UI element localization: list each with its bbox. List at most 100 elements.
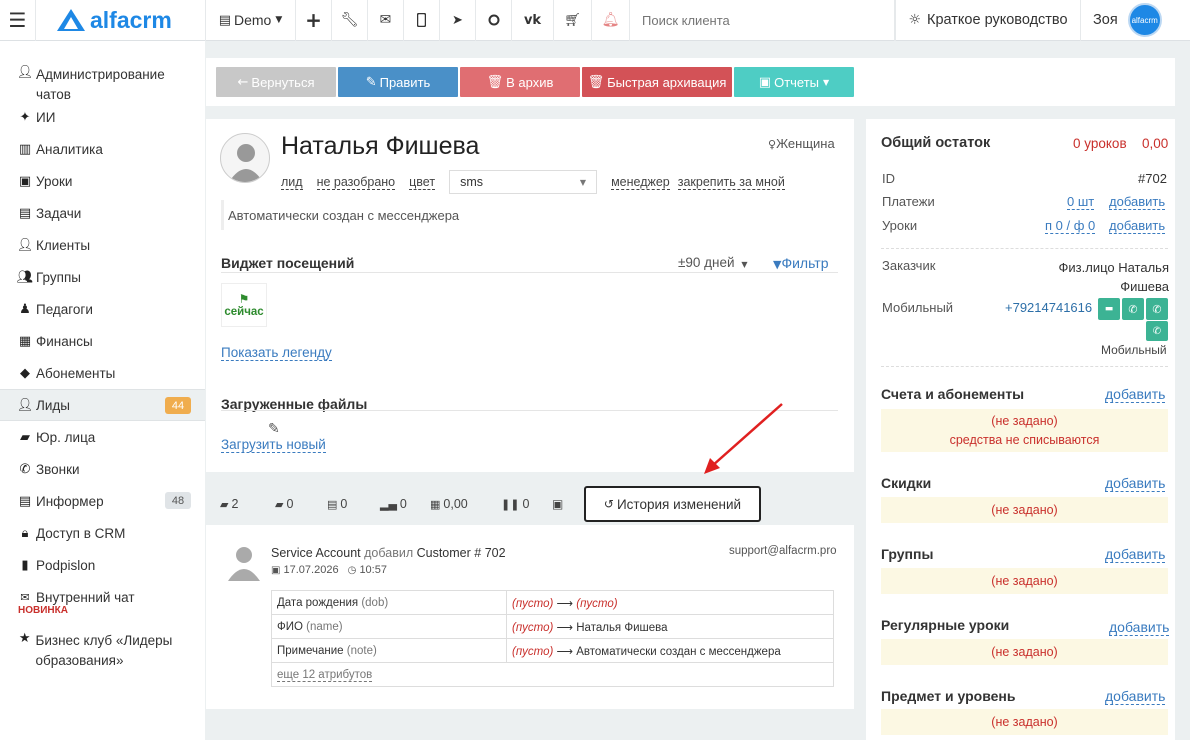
discounts-title: Скидки	[881, 475, 932, 491]
map-icon: ▥	[18, 141, 32, 157]
history-action: добавил	[364, 546, 414, 560]
visits-period-select[interactable]: ±90 дней ▼	[678, 255, 747, 270]
quick-archive-button[interactable]: 🗑︎ Быстрая архивация	[582, 67, 732, 97]
user-name: Зоя	[1093, 12, 1118, 28]
paperclip-icon: ✎	[268, 421, 280, 437]
mobile-phone-link[interactable]: +79214741616	[1005, 300, 1092, 315]
vk-button[interactable]: vk	[512, 0, 554, 41]
telegram-button[interactable]: ➤	[440, 0, 476, 41]
manager-label[interactable]: менеджер	[611, 175, 670, 190]
history-table: Дата рождения (dob) (пусто) ⟶ (пусто) ФИ…	[271, 590, 834, 687]
caret-down-icon: ▼	[823, 77, 830, 87]
call-button[interactable]: ✆	[1146, 321, 1168, 341]
sidebar-item-calls[interactable]: ✆ Звонки	[0, 453, 205, 485]
sidebar-item-tasks[interactable]: ▤ Задачи	[0, 197, 205, 229]
logo[interactable]: alfacrm	[36, 0, 206, 41]
branch-select[interactable]: ▤ Demo ▼	[206, 0, 296, 41]
trash-icon: 🗑︎	[486, 74, 504, 90]
sidebar-item-chats-admin[interactable]: 👤︎ Администрирование чатов	[0, 57, 205, 102]
invoices-empty: (не задано) средства не списываются	[881, 409, 1168, 452]
sidebar-item-crm-access[interactable]: 🔒︎ Доступ в CRM	[0, 517, 205, 549]
tab-pause[interactable]: ❚❚ 0	[501, 497, 529, 511]
customer-value: Физ.лицо Наталья Фишева	[1058, 260, 1169, 294]
sidebar-item-legal-entities[interactable]: ▰ Юр. лица	[0, 421, 205, 453]
reports-button[interactable]: ▣ Отчеты ▼	[734, 67, 854, 97]
cart-button[interactable]: 🛒︎	[554, 0, 592, 41]
id-label: ID	[882, 171, 895, 186]
whatsapp-button[interactable]: ✆	[1122, 298, 1144, 320]
history-actor: Service Account	[271, 546, 361, 560]
search-box[interactable]	[630, 0, 895, 41]
informer-count-badge: 48	[165, 492, 191, 509]
source-select[interactable]: sms ▼	[449, 170, 598, 194]
notifications-button[interactable]: 🔔︎	[592, 0, 630, 41]
assign-me-link[interactable]: закрепить за мной	[677, 175, 785, 190]
phone-icon: ✆	[1152, 325, 1162, 337]
sidebar-item-groups[interactable]: 👥︎ Группы	[0, 261, 205, 293]
sidebar-item-business-club[interactable]: ★ Бизнес клуб «Лидеры образования»	[0, 629, 205, 677]
document-icon: ▤	[218, 12, 231, 28]
customer-label: Заказчик	[882, 258, 936, 273]
tools-button[interactable]: 🔧︎	[332, 0, 368, 41]
tab-stats[interactable]: ▂▄ 0	[380, 497, 407, 511]
groups-title: Группы	[881, 546, 934, 562]
menu-button[interactable]: ☰	[0, 0, 36, 41]
tab-documents[interactable]: ▤ 0	[327, 497, 347, 511]
tab-gifts[interactable]: ▦ 0,00	[430, 497, 468, 511]
payments-count-link[interactable]: 0 шт	[1067, 194, 1095, 210]
visit-now-cell[interactable]: ⚑ сейчас	[221, 283, 267, 327]
tab-comments[interactable]: ▰ 2	[220, 497, 238, 511]
user-menu[interactable]: Зоя alfacrm	[1081, 0, 1184, 41]
email-button[interactable]: ✉	[368, 0, 404, 41]
add-regular-lesson-link[interactable]: добавить	[1109, 619, 1170, 636]
sidebar-item-finance[interactable]: ▦ Финансы	[0, 325, 205, 357]
lessons-count-link[interactable]: п 0 / ф 0	[1045, 218, 1096, 234]
sms-button[interactable]: ▬	[1098, 298, 1120, 320]
add-subject-link[interactable]: добавить	[1105, 688, 1166, 705]
user-icon: 👤︎	[16, 237, 34, 253]
search-input[interactable]	[642, 12, 882, 28]
file-icon: ▮	[21, 557, 29, 573]
sidebar-item-leads[interactable]: 👤︎ Лиды 44	[0, 389, 205, 421]
upload-new-link[interactable]: Загрузить новый	[221, 437, 326, 453]
status-lead[interactable]: лид	[281, 175, 303, 190]
viber-icon: ✆	[1152, 302, 1162, 316]
message-icon: ▬	[1104, 304, 1114, 314]
sidebar-item-analytics[interactable]: ▥ Аналитика	[0, 133, 205, 165]
sidebar-item-podpislon[interactable]: ▮ Podpislon	[0, 549, 205, 581]
pause-icon: ❚❚	[501, 497, 520, 511]
mobile-button[interactable]	[404, 0, 440, 41]
arrow-right-icon: ⟶	[556, 621, 574, 634]
more-attributes-link[interactable]: еще 12 атрибутов	[277, 668, 373, 682]
color-label[interactable]: цвет	[409, 175, 436, 190]
add-lesson-link[interactable]: добавить	[1109, 218, 1166, 234]
filter-button[interactable]: ▼Фильтр	[773, 255, 829, 271]
sidebar-item-internal-chat[interactable]: ✉ Внутренний чат НОВИНКА	[0, 581, 205, 629]
add-discount-link[interactable]: добавить	[1105, 475, 1166, 492]
sidebar-item-lessons[interactable]: ▣ Уроки	[0, 165, 205, 197]
viber-button[interactable]: ✆	[1146, 298, 1168, 320]
back-button[interactable]: ← Вернуться	[216, 67, 336, 97]
chat-button[interactable]	[476, 0, 512, 41]
lightbulb-icon: ☼	[908, 12, 922, 28]
sidebar-item-subscriptions[interactable]: ◆ Абонементы	[0, 357, 205, 389]
arrow-left-icon: ←	[237, 74, 249, 90]
add-group-link[interactable]: добавить	[1105, 546, 1166, 563]
edit-button[interactable]: ✎ Править	[338, 67, 458, 97]
add-button[interactable]: +	[296, 0, 332, 41]
sidebar-item-teachers[interactable]: ♟ Педагоги	[0, 293, 205, 325]
sidebar-item-ai[interactable]: ✦ ИИ	[0, 101, 205, 133]
person-icon	[229, 144, 263, 182]
table-row: еще 12 атрибутов	[271, 662, 834, 687]
sidebar-item-informer[interactable]: ▤ Информер 48	[0, 485, 205, 517]
status-unprocessed[interactable]: не разобрано	[316, 175, 396, 190]
tab-bookmarks[interactable]: ▰ 0	[275, 497, 293, 511]
guide-link[interactable]: ☼ Краткое руководство	[895, 0, 1081, 41]
archive-button[interactable]: 🗑︎ В архив	[460, 67, 580, 97]
show-legend-link[interactable]: Показать легенду	[221, 345, 332, 361]
sidebar-item-clients[interactable]: 👤︎ Клиенты	[0, 229, 205, 261]
tab-payments[interactable]: ▣	[552, 497, 563, 511]
add-invoice-link[interactable]: добавить	[1105, 386, 1166, 403]
tab-history[interactable]: ↺ История изменений	[584, 486, 761, 522]
add-payment-link[interactable]: добавить	[1109, 194, 1166, 210]
